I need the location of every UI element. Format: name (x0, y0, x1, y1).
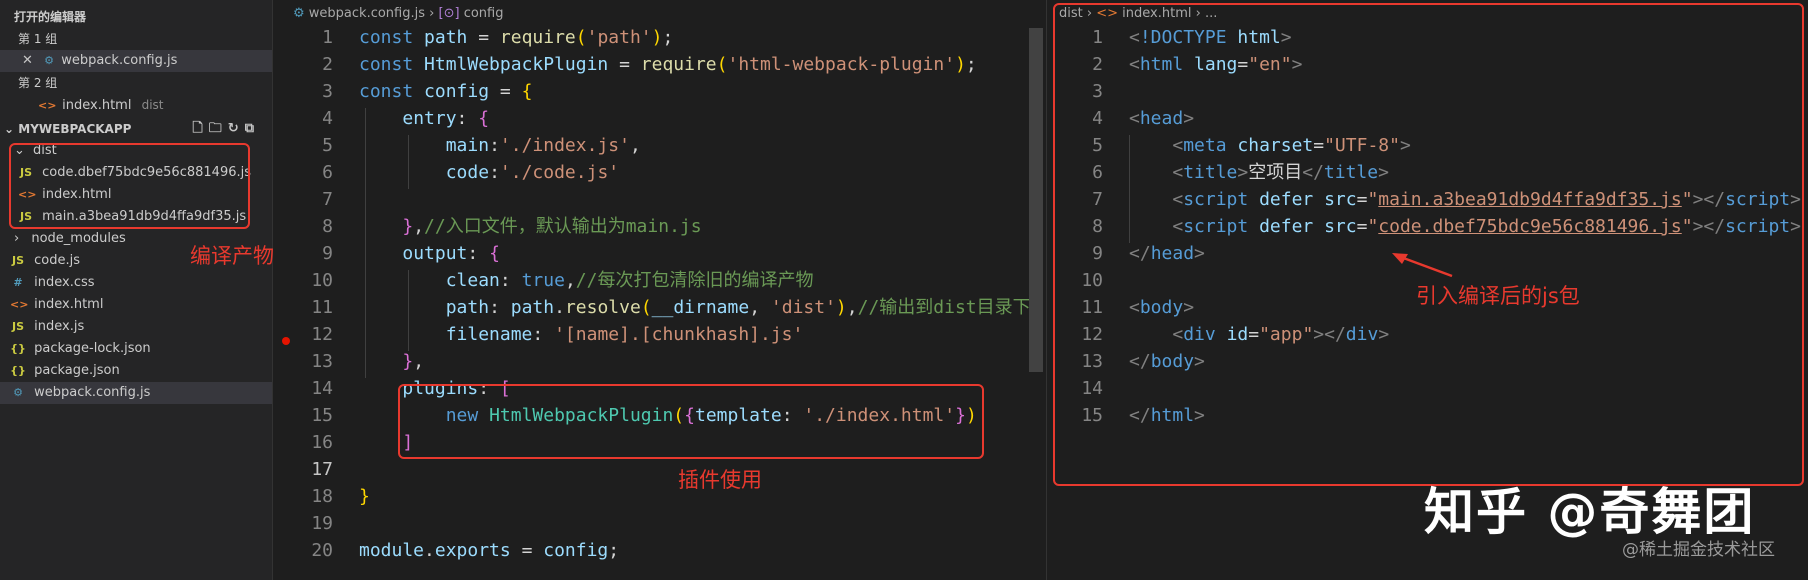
html-highlight-box (1053, 3, 1804, 486)
line-number: 2 (322, 54, 333, 75)
line-number: 3 (322, 81, 333, 102)
explorer-sidebar: 打开的编辑器 第 1 组 ✕ ⚙ webpack.config.js 第 2 组… (0, 0, 273, 580)
code-text: const HtmlWebpackPlugin = require('html-… (359, 54, 977, 75)
line-number: 8 (322, 216, 333, 237)
project-title: MYWEBPACKAPP (18, 122, 132, 136)
group-1-label: 第 1 组 (18, 32, 58, 46)
tree-file[interactable]: JS index.js (0, 316, 272, 338)
open-editor-index-html[interactable]: <> index.html dist (0, 94, 272, 116)
code-text: clean: true,//每次打包清除旧的编译产物 (445, 270, 814, 291)
line-number: 11 (311, 297, 333, 318)
new-folder-icon[interactable]: 🗀 (209, 121, 228, 136)
explorer-toolbar: 🗋🗀↻⧉ (192, 118, 260, 140)
code-text: path: path.resolve(__dirname, 'dist'),//… (445, 297, 1031, 318)
tree-file[interactable]: # index.css (0, 272, 272, 294)
group-2-label: 第 2 组 (18, 76, 58, 90)
tree-file[interactable]: {} package-lock.json (0, 338, 272, 360)
line-number: 7 (322, 189, 333, 210)
breadcrumb: ⚙ webpack.config.js › [⊙] config (293, 6, 504, 21)
line-number: 14 (311, 378, 333, 399)
code-text: },//入口文件，默认输出为main.js (402, 216, 702, 237)
refresh-icon[interactable]: ↻ (228, 121, 245, 136)
line-number: 20 (311, 540, 333, 561)
code-text: output: { (402, 243, 500, 264)
watermark-zhihu: 知乎 @奇舞团 (1424, 483, 1756, 541)
line-number: 15 (311, 405, 333, 426)
line-number: 10 (311, 270, 333, 291)
open-editors-header[interactable]: 打开的编辑器 (14, 6, 286, 28)
modified-dot-icon (282, 337, 290, 345)
code-text: }, (402, 351, 425, 372)
new-file-icon[interactable]: 🗋 (192, 121, 208, 136)
line-number: 17 (311, 459, 333, 480)
chevron-down-icon: ⌄ (4, 122, 15, 136)
code-text: } (359, 486, 370, 507)
plugins-highlight-box (398, 384, 984, 459)
line-number: 6 (322, 162, 333, 183)
annotation-build-output: 编译产物 (190, 244, 274, 268)
js-file-icon: JS (11, 254, 24, 267)
webpack-icon: ⚙ (13, 386, 23, 399)
close-icon[interactable]: ✕ (22, 53, 33, 68)
code-text: code:'./code.js' (445, 162, 620, 183)
html-file-icon: <> (38, 99, 57, 112)
tree-file[interactable]: {} package.json (0, 360, 272, 382)
annotation-plugin-usage: 插件使用 (678, 468, 762, 492)
html-file-icon: <> (10, 298, 29, 311)
js-file-icon: JS (11, 320, 24, 333)
arrow-icon (1392, 253, 1453, 278)
line-number: 5 (322, 135, 333, 156)
css-file-icon: # (13, 276, 23, 289)
json-file-icon: {} (10, 342, 26, 355)
line-number: 13 (311, 351, 333, 372)
code-editor-webpack-config[interactable]: ⚙ webpack.config.js › [⊙] config 1 const … (273, 0, 1043, 580)
dist-highlight-box (9, 143, 250, 229)
code-text: const path = require('path'); (359, 27, 674, 48)
code-text: main:'./index.js', (445, 135, 641, 156)
symbol-icon: [⊙] (438, 6, 460, 21)
code-text: filename: '[name].[chunkhash].js' (445, 324, 804, 345)
line-number: 19 (311, 513, 333, 534)
collapse-icon[interactable]: ⧉ (245, 121, 260, 136)
open-editor-webpack-config[interactable]: ✕ ⚙ webpack.config.js (0, 50, 272, 72)
code-text: module.exports = config; (359, 540, 620, 561)
json-file-icon: {} (10, 364, 26, 377)
scrollbar[interactable] (1029, 28, 1043, 372)
line-number: 12 (311, 324, 333, 345)
webpack-icon: ⚙ (44, 54, 54, 67)
tree-file[interactable]: <> index.html (0, 294, 272, 316)
line-number: 16 (311, 432, 333, 453)
webpack-icon: ⚙ (293, 6, 305, 21)
code-text: entry: { (402, 108, 490, 129)
code-text: const config = { (359, 81, 533, 102)
chevron-right-icon: › (14, 231, 20, 246)
project-header[interactable]: ⌄ MYWEBPACKAPP 🗋🗀↻⧉ (0, 118, 272, 140)
line-number: 18 (311, 486, 333, 507)
tree-file-selected[interactable]: ⚙ webpack.config.js (0, 382, 272, 404)
line-number: 1 (322, 27, 333, 48)
open-editors-title: 打开的编辑器 (14, 10, 87, 24)
line-number: 4 (322, 108, 333, 129)
line-number: 9 (322, 243, 333, 264)
watermark-juejin: @稀土掘金技术社区 (1622, 540, 1775, 560)
